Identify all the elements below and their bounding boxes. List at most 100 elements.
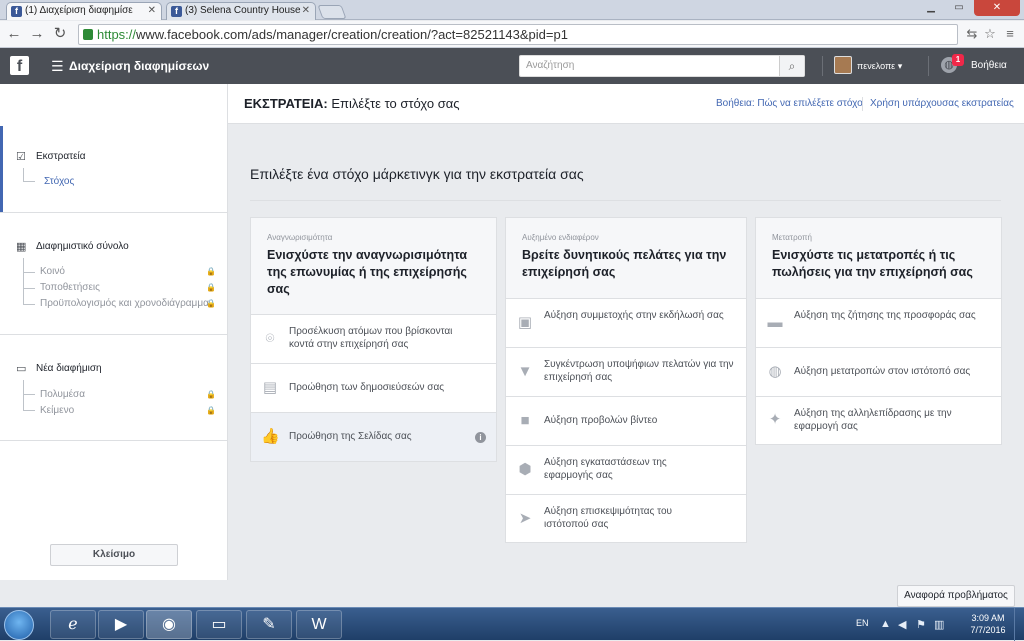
search-input[interactable]: Αναζήτηση ⌕: [519, 55, 805, 77]
maximize-window-button[interactable]: ▭: [946, 0, 972, 16]
chrome-icon[interactable]: ◉: [146, 610, 192, 639]
avatar[interactable]: [834, 56, 852, 74]
lock-icon: 🔒: [206, 283, 216, 292]
close-window-button[interactable]: ✕: [974, 0, 1020, 16]
facebook-logo-icon[interactable]: f: [10, 56, 29, 75]
objective-option-offer-claims[interactable]: ▬ Αύξηση της ζήτησης της προσφοράς σας: [756, 299, 1001, 348]
sidebar-item-media[interactable]: Πολυμέσα: [40, 388, 85, 402]
campaign-step-title: ΕΚΣΤΡΑΤΕΙΑ: Επιλέξτε το στόχο σας: [244, 96, 460, 112]
url-path: www.facebook.com/ads/manager/creation/cr…: [136, 27, 568, 42]
option-label: Αύξηση της ζήτησης της προσφοράς σας: [794, 310, 976, 321]
divider: [822, 56, 823, 76]
language-indicator[interactable]: EN: [856, 618, 869, 628]
browser-toolbar: ← → ↻ https://www.facebook.com/ads/manag…: [0, 21, 1024, 48]
objective-option-local-awareness[interactable]: ⌾ Προσέλκυση ατόμων που βρίσκονται κοντά…: [251, 315, 496, 364]
objective-column-consideration: Αυξημένο ενδιαφέρον Βρείτε δυνητικούς πε…: [505, 217, 747, 543]
lock-icon: [83, 29, 93, 40]
help-choose-objective-link[interactable]: Βοήθεια: Πώς να επιλέξετε στόχο: [716, 97, 863, 111]
sidebar-section-ad[interactable]: ▭ Νέα διαφήμιση: [16, 362, 102, 376]
divider: [0, 334, 227, 335]
url-scheme: https://: [97, 27, 137, 42]
lock-icon: 🔒: [206, 299, 216, 308]
browser-tab-ads-manager[interactable]: f (1) Διαχείριση διαφημίσε ✕: [6, 2, 162, 20]
sidebar-item-audience[interactable]: Κοινό: [40, 265, 65, 279]
menu-icon[interactable]: ≡: [1002, 26, 1018, 42]
divider: [250, 200, 1001, 201]
close-button[interactable]: Κλείσιμο: [50, 544, 178, 566]
location-pin-icon: ⌾: [265, 330, 275, 347]
cursor-icon: ➤: [518, 510, 532, 527]
new-tab-button[interactable]: [317, 5, 347, 19]
column-title: Βρείτε δυνητικούς πελάτες για την επιχεί…: [522, 248, 727, 279]
divider: [0, 440, 227, 441]
tree-line: [23, 258, 33, 304]
sidebar-item-text[interactable]: Κείμενο: [40, 404, 74, 418]
sidebar-item-objective[interactable]: Στόχος: [44, 175, 74, 189]
app-title[interactable]: Διαχείριση διαφημίσεων: [69, 58, 209, 74]
calendar-icon: ▣: [517, 314, 533, 331]
forward-arrow-icon[interactable]: →: [28, 25, 46, 43]
tab-label: (1) Διαχείριση διαφημίσε: [25, 5, 133, 16]
network-icon[interactable]: ▥: [934, 618, 944, 631]
facebook-favicon-icon: f: [11, 6, 22, 17]
flag-icon[interactable]: ⚑: [916, 618, 926, 631]
divider: [0, 212, 227, 213]
internet-explorer-icon[interactable]: ℯ: [50, 610, 96, 639]
tree-line: [23, 304, 35, 305]
browser-tab-selena[interactable]: f (3) Selena Country House ✕: [166, 2, 316, 20]
sidebar-section-adset[interactable]: ▦ Διαφημιστικό σύνολο: [16, 240, 129, 254]
funnel-icon: ▼: [517, 363, 533, 380]
use-existing-campaign-link[interactable]: Χρήση υπάρχουσας εκστρατείας: [870, 97, 1014, 111]
tree-line: [23, 394, 35, 395]
hamburger-menu-icon[interactable]: ☰: [51, 58, 64, 74]
show-desktop-button[interactable]: [1014, 608, 1024, 641]
sidebar-item-budget[interactable]: Προϋπολογισμός και χρονοδιάγραμμα: [40, 297, 209, 311]
tree-line: [23, 288, 35, 289]
translate-icon[interactable]: ⇆: [964, 26, 980, 42]
volume-icon[interactable]: ◀: [898, 618, 906, 631]
objective-option-page-likes[interactable]: 👍 Προώθηση της Σελίδας σας i: [251, 413, 496, 461]
objective-option-website-traffic[interactable]: ➤ Αύξηση επισκεψιμότητας του ιστότοπού σ…: [506, 495, 746, 542]
start-button[interactable]: [4, 610, 34, 640]
tab-close-icon[interactable]: ✕: [302, 3, 310, 19]
option-label: Αύξηση επισκεψιμότητας του ιστότοπού σας: [544, 506, 672, 530]
paint-icon[interactable]: ✎: [246, 610, 292, 639]
time: 3:09 AM: [971, 613, 1005, 623]
user-name: πενελοπε: [857, 61, 896, 71]
objective-option-boost-posts[interactable]: ▤ Προώθηση των δημοσιεύσεών σας: [251, 364, 496, 413]
objective-option-lead-generation[interactable]: ▼ Συγκέντρωση υποψήφιων πελατών για την …: [506, 348, 746, 397]
column-category: Αυξημένο ενδιαφέρον: [522, 233, 599, 242]
address-bar[interactable]: https://www.facebook.com/ads/manager/cre…: [78, 24, 958, 45]
report-problem-button[interactable]: Αναφορά προβλήματος: [897, 585, 1015, 607]
user-menu[interactable]: πενελοπε ▾: [857, 59, 902, 73]
show-hidden-icons-icon[interactable]: ▲: [880, 618, 891, 630]
objective-option-event-responses[interactable]: ▣ Αύξηση συμμετοχής στην εκδήλωσή σας: [506, 299, 746, 348]
option-label: Προώθηση των δημοσιεύσεών σας: [289, 382, 445, 393]
sidebar-item-placements[interactable]: Τοποθετήσεις: [40, 281, 100, 295]
tab-close-icon[interactable]: ✕: [148, 3, 156, 19]
search-icon[interactable]: ⌕: [779, 56, 804, 76]
sidebar-section-campaign[interactable]: ☑ Εκστρατεία: [16, 150, 86, 164]
clock[interactable]: 3:09 AM 7/7/2016: [962, 612, 1014, 636]
objective-column-awareness: Αναγνωρισιμότητα Ενισχύστε την αναγνωρισ…: [250, 217, 497, 462]
tree-line: [23, 272, 35, 273]
objective-option-app-engagement[interactable]: ✦ Αύξηση της αλληλεπίδρασης με την εφαρμ…: [756, 397, 1001, 444]
bookmark-star-icon[interactable]: ☆: [982, 26, 998, 42]
media-player-icon[interactable]: ▶: [98, 610, 144, 639]
info-icon[interactable]: i: [475, 432, 486, 443]
objective-option-website-conversions[interactable]: ◍ Αύξηση μετατροπών στον ιστότοπό σας: [756, 348, 1001, 397]
windows-taskbar: ℯ ▶ ◉ ▭ ✎ W EN ▲ ◀ ⚑ ▥ 3:09 AM 7/7/2016: [0, 607, 1024, 641]
file-explorer-icon[interactable]: ▭: [196, 610, 242, 639]
minimize-window-button[interactable]: ▁: [918, 0, 944, 16]
word-icon[interactable]: W: [296, 610, 342, 639]
help-link[interactable]: Βοήθεια: [971, 59, 1007, 73]
column-header: Αυξημένο ενδιαφέρον Βρείτε δυνητικούς πε…: [506, 218, 746, 299]
objective-option-app-installs[interactable]: ⬢ Αύξηση εγκαταστάσεων της εφαρμογής σας: [506, 446, 746, 495]
objective-option-video-views[interactable]: ■ Αύξηση προβολών βίντεο: [506, 397, 746, 446]
sidebar-section-title: Νέα διαφήμιση: [36, 363, 102, 374]
option-label: Προσέλκυση ατόμων που βρίσκονται κοντά σ…: [289, 326, 453, 350]
reload-icon[interactable]: ↻: [51, 25, 69, 43]
page-title: Επιλέξτε ένα στόχο μάρκετινγκ για την εκ…: [250, 166, 584, 182]
back-arrow-icon[interactable]: ←: [5, 25, 23, 43]
column-title: Ενισχύστε την αναγνωρισιμότητα της επωνυ…: [267, 248, 468, 296]
